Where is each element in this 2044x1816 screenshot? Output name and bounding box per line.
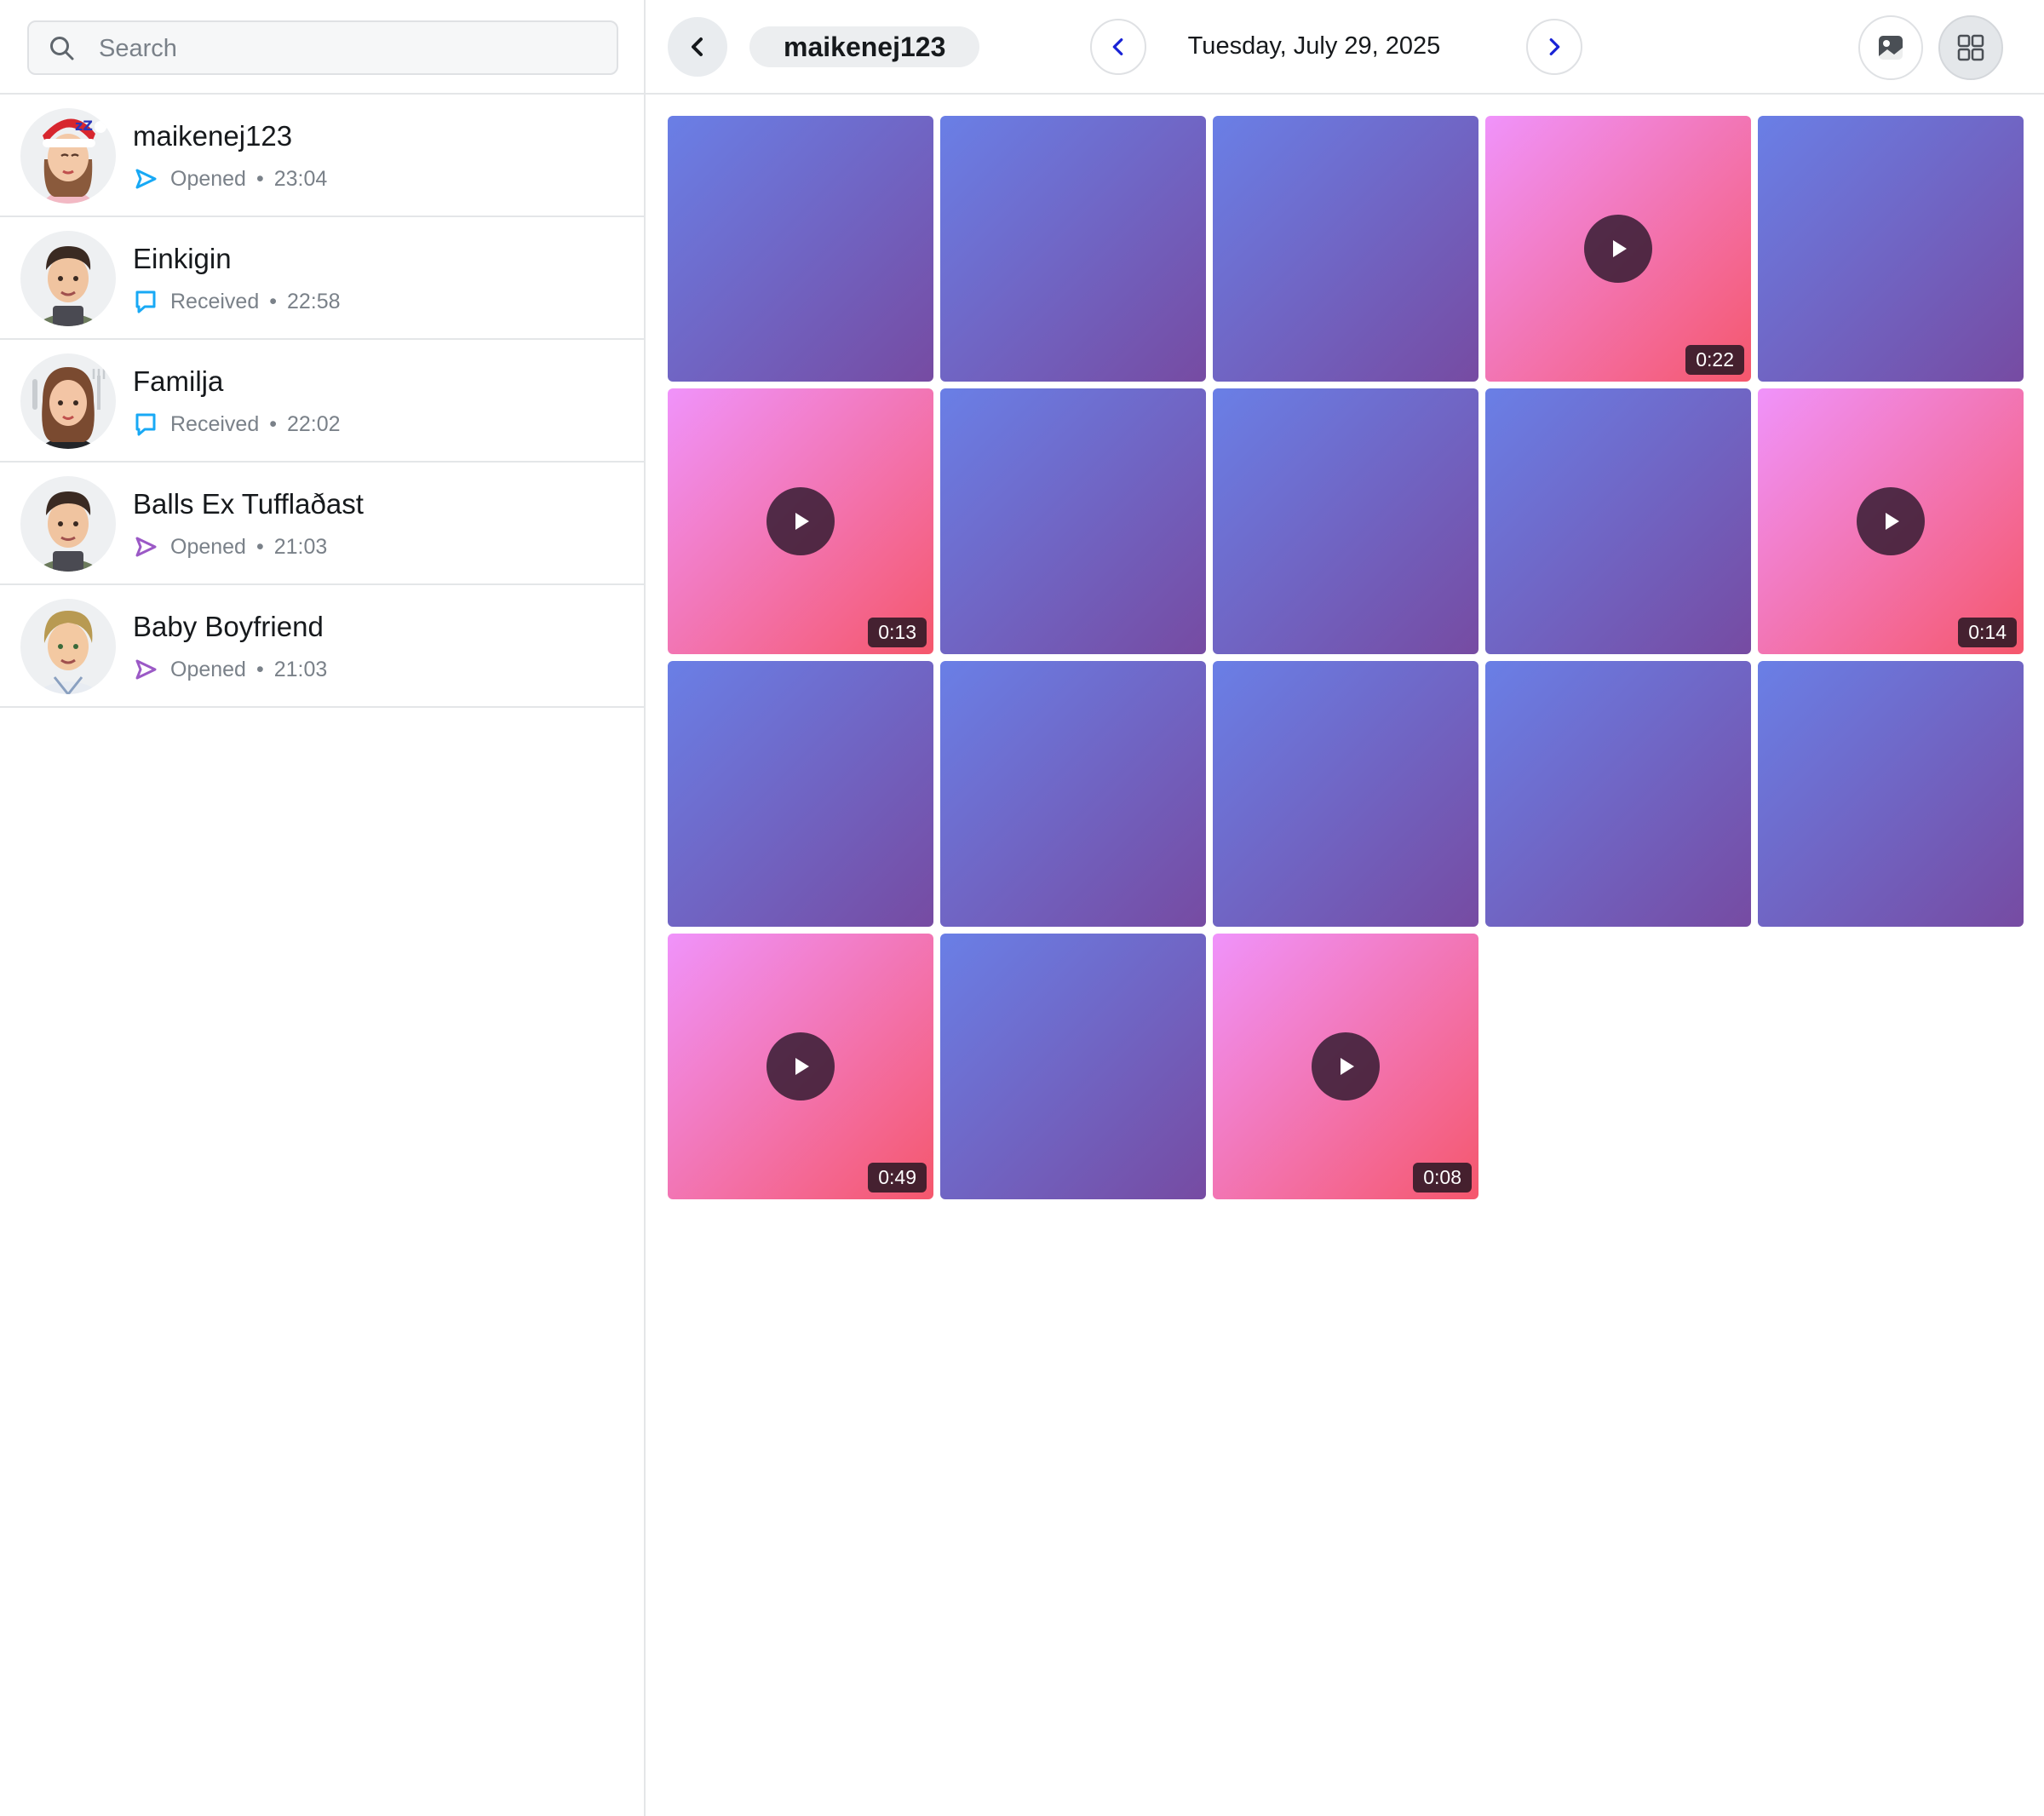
video-duration: 0:08 — [1413, 1163, 1472, 1192]
status-text: Received — [170, 289, 260, 313]
play-icon[interactable] — [766, 487, 835, 555]
chevron-right-icon — [1549, 37, 1560, 56]
send-arrow-icon — [135, 659, 157, 680]
status-time: 22:58 — [287, 289, 341, 313]
photo-thumbnail[interactable] — [940, 388, 1206, 654]
play-icon[interactable] — [1312, 1032, 1380, 1101]
video-thumbnail[interactable]: 0:22 — [1485, 116, 1751, 382]
chat-status: Opened • 21:03 — [133, 534, 327, 560]
chat-status: Received • 22:58 — [133, 289, 341, 314]
back-button[interactable] — [668, 17, 727, 77]
next-day-button[interactable] — [1526, 19, 1582, 75]
photo-thumbnail[interactable] — [668, 116, 933, 382]
status-time: 21:03 — [273, 657, 328, 681]
separator-dot: • — [256, 657, 264, 681]
search-bar — [0, 0, 644, 95]
photo-thumbnail[interactable] — [1485, 388, 1751, 654]
grid-icon — [1957, 34, 1984, 61]
photo-thumbnail[interactable] — [1213, 661, 1478, 927]
chat-item-baby-boyfriend[interactable]: Baby Boyfriend Opened • 21:03 — [0, 585, 644, 708]
photo-thumbnail[interactable] — [1213, 116, 1478, 382]
send-arrow-icon — [135, 169, 157, 189]
photo-thumbnail[interactable] — [1758, 116, 2024, 382]
video-thumbnail[interactable]: 0:13 — [668, 388, 933, 654]
status-text: Opened — [170, 166, 246, 191]
status-time: 22:02 — [287, 411, 341, 436]
previous-day-button[interactable] — [1090, 19, 1146, 75]
photo-thumbnail[interactable] — [940, 934, 1206, 1199]
sidebar: zZ maikenej123 Opened • 23:04 Ei — [0, 0, 646, 1816]
avatar — [20, 476, 116, 572]
gallery-view-button[interactable] — [1858, 15, 1923, 80]
play-icon[interactable] — [766, 1032, 835, 1101]
bitmoji-avatar-icon — [32, 611, 104, 694]
chevron-left-icon — [1112, 37, 1123, 56]
video-thumbnail[interactable]: 0:08 — [1213, 934, 1478, 1199]
photo-thumbnail[interactable] — [1758, 661, 2024, 927]
video-duration: 0:14 — [1958, 618, 2017, 647]
play-icon[interactable] — [1857, 487, 1925, 555]
search-box[interactable] — [27, 20, 618, 75]
chat-item-einkigin[interactable]: Einkigin Received • 22:58 — [0, 217, 644, 340]
chat-name: Baby Boyfriend — [133, 611, 324, 642]
avatar — [20, 231, 116, 326]
grid-view-button[interactable] — [1938, 15, 2003, 80]
search-input[interactable] — [97, 22, 603, 75]
header-bar: maikenej123 Tuesday, July 29, 2025 — [646, 0, 2044, 95]
image-icon — [1879, 36, 1903, 60]
chat-status: Received • 22:02 — [133, 411, 341, 437]
bitmoji-avatar-icon: zZ — [41, 118, 106, 204]
photo-thumbnail[interactable] — [1213, 388, 1478, 654]
chat-name: Einkigin — [133, 243, 232, 274]
chevron-left-icon — [692, 37, 703, 56]
status-time: 23:04 — [273, 166, 328, 191]
chat-name: maikenej123 — [133, 120, 293, 152]
bitmoji-avatar-icon — [32, 367, 106, 449]
avatar: zZ — [20, 108, 116, 204]
send-arrow-icon — [135, 537, 157, 557]
video-duration: 0:49 — [868, 1163, 927, 1192]
separator-dot: • — [269, 411, 277, 436]
separator-dot: • — [269, 289, 277, 313]
chat-name: Familja — [133, 365, 224, 397]
chat-bubble-icon — [135, 413, 156, 436]
chat-item-maikenej123[interactable]: zZ maikenej123 Opened • 23:04 — [0, 95, 644, 217]
video-thumbnail[interactable]: 0:49 — [668, 934, 933, 1199]
bitmoji-avatar-icon — [32, 491, 104, 572]
video-duration: 0:22 — [1685, 345, 1744, 375]
chat-name: Balls Ex Tufflaðast — [133, 488, 364, 520]
separator-dot: • — [256, 166, 264, 191]
bitmoji-avatar-icon — [32, 246, 104, 326]
svg-text:zZ: zZ — [75, 118, 93, 134]
photo-thumbnail[interactable] — [940, 116, 1206, 382]
chat-bubble-icon — [135, 290, 156, 313]
username-pill[interactable]: maikenej123 — [749, 26, 980, 67]
chat-item-familja[interactable]: Familja Received • 22:02 — [0, 340, 644, 463]
status-time: 21:03 — [273, 534, 328, 559]
status-text: Opened — [170, 657, 246, 681]
chat-item-balls-ex-tufflaoast[interactable]: Balls Ex Tufflaðast Opened • 21:03 — [0, 463, 644, 585]
status-text: Received — [170, 411, 260, 436]
chat-status: Opened • 23:04 — [133, 166, 327, 192]
media-grid: 0:22 0:13 0:14 0:49 0:08 — [668, 116, 2024, 1199]
play-icon[interactable] — [1584, 215, 1652, 283]
photo-thumbnail[interactable] — [1485, 661, 1751, 927]
avatar — [20, 353, 116, 449]
photo-thumbnail[interactable] — [668, 661, 933, 927]
status-text: Opened — [170, 534, 246, 559]
separator-dot: • — [256, 534, 264, 559]
date-label: Tuesday, July 29, 2025 — [1187, 32, 1441, 60]
photo-thumbnail[interactable] — [940, 661, 1206, 927]
video-thumbnail[interactable]: 0:14 — [1758, 388, 2024, 654]
avatar — [20, 599, 116, 694]
video-duration: 0:13 — [868, 618, 927, 647]
search-icon — [50, 37, 74, 60]
chat-status: Opened • 21:03 — [133, 657, 327, 682]
